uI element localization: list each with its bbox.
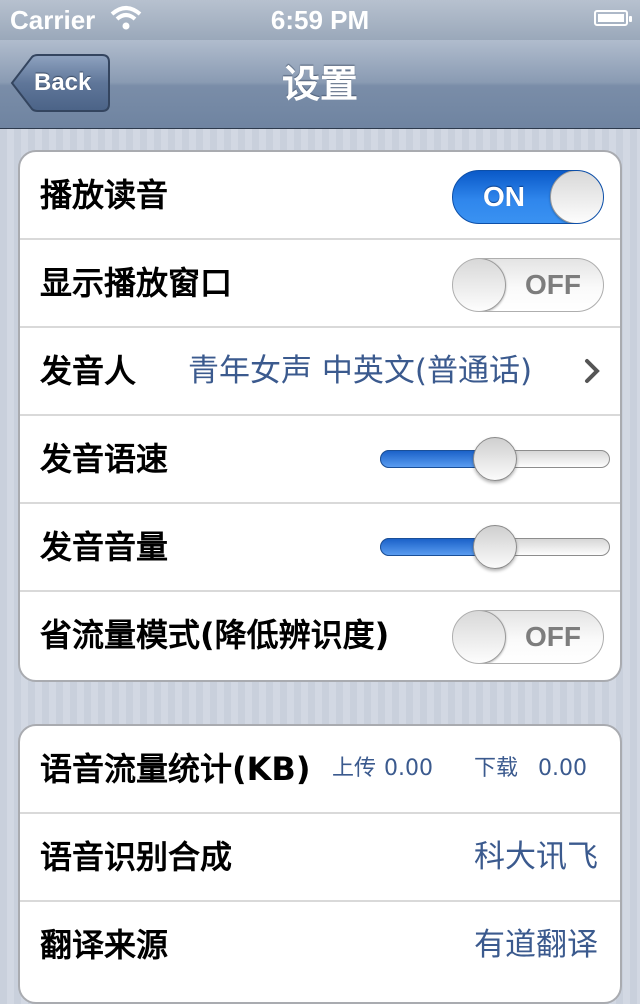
toggle-state: OFF: [525, 269, 581, 300]
back-button[interactable]: Back: [10, 54, 110, 112]
setting-row-traffic: 语音流量统计(KB) 上传 0.00 下载 0.00: [20, 726, 620, 814]
chevron-right-icon: [584, 358, 600, 388]
navigation-bar: 设置 Back: [0, 40, 640, 129]
setting-label: 播放读音: [40, 176, 169, 214]
translation-value: 有道翻译: [474, 927, 598, 963]
recognition-value: 科大讯飞: [474, 839, 598, 875]
slider-thumb[interactable]: [473, 525, 517, 569]
status-time: 6:59 PM: [270, 5, 370, 35]
audio-settings-group: 播放读音 ON 显示播放窗口 OFF 发音人 青年女声 中英文(普通话) 发音语…: [18, 150, 622, 682]
speed-slider[interactable]: [380, 416, 610, 502]
status-bar: Carrier 6:59 PM: [0, 0, 640, 40]
slider-thumb[interactable]: [473, 437, 517, 481]
setting-row-speed: 发音语速: [20, 416, 620, 504]
toggle-knob: [453, 611, 506, 663]
setting-row-recognition[interactable]: 语音识别合成 科大讯飞: [20, 814, 620, 902]
setting-row-data-saver: 省流量模式(降低辨识度) OFF: [20, 592, 620, 680]
upload-label: 上传: [332, 756, 377, 781]
info-group: 语音流量统计(KB) 上传 0.00 下载 0.00 语音识别合成 科大讯飞 翻…: [18, 724, 622, 1004]
upload-value: 0.00: [384, 756, 433, 781]
toggle-state: OFF: [525, 621, 581, 652]
setting-label: 显示播放窗口: [40, 264, 233, 302]
toggle-state: ON: [483, 181, 525, 212]
setting-row-volume: 发音音量: [20, 504, 620, 592]
toggle-knob: [550, 171, 603, 223]
setting-row-translation[interactable]: 翻译来源 有道翻译: [20, 902, 620, 990]
setting-label: 发音人: [40, 352, 137, 390]
play-audio-toggle[interactable]: ON: [452, 170, 604, 224]
setting-row-speaker[interactable]: 发音人 青年女声 中英文(普通话): [20, 328, 620, 416]
setting-label: 语音识别合成: [40, 838, 233, 876]
setting-row-show-window: 显示播放窗口 OFF: [20, 240, 620, 328]
download-value: 0.00: [538, 756, 587, 781]
back-button-label: Back: [34, 69, 92, 96]
setting-row-play-audio: 播放读音 ON: [20, 152, 620, 240]
data-saver-toggle[interactable]: OFF: [452, 610, 604, 664]
show-window-toggle[interactable]: OFF: [452, 258, 604, 312]
download-label: 下载: [474, 756, 519, 781]
setting-label: 发音语速: [40, 440, 169, 478]
setting-label: 语音流量统计(KB): [40, 750, 311, 788]
volume-slider[interactable]: [380, 504, 610, 590]
toggle-knob: [453, 259, 506, 311]
speaker-value: 青年女声 中英文(普通话): [188, 353, 533, 389]
setting-label: 省流量模式(降低辨识度): [40, 616, 390, 654]
battery-icon: [594, 10, 632, 26]
setting-label: 翻译来源: [40, 926, 169, 964]
setting-label: 发音音量: [40, 528, 169, 566]
